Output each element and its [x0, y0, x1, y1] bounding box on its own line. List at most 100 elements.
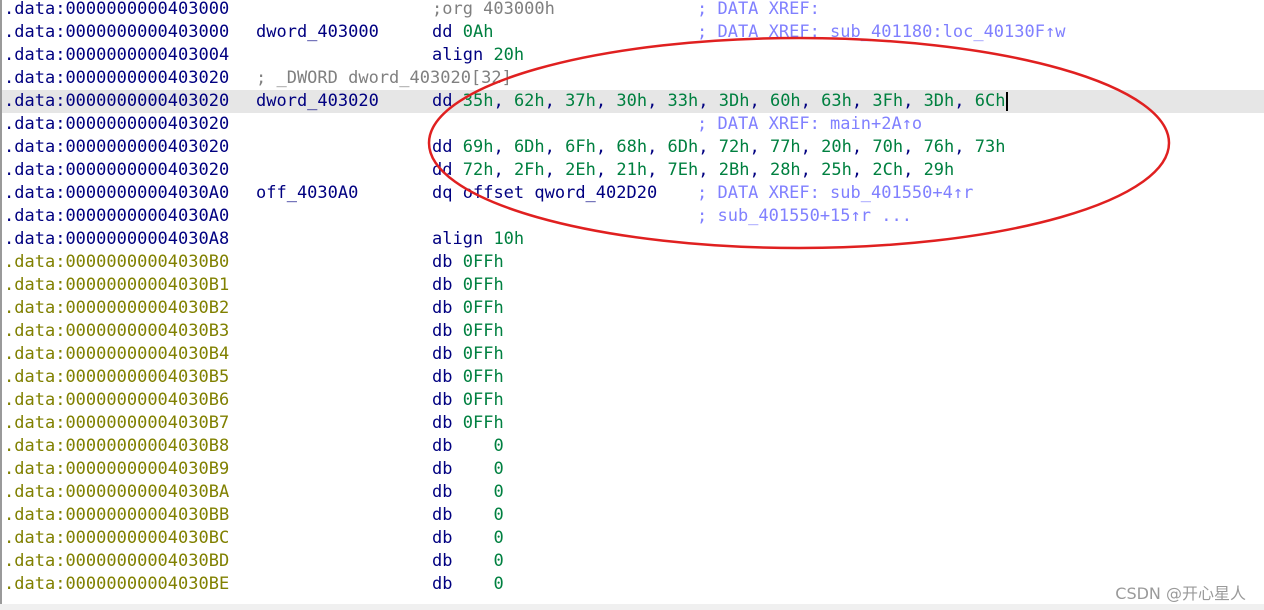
operand[interactable]: 2Bh	[719, 160, 750, 180]
line-address[interactable]: .data:00000000004030B6	[4, 389, 229, 412]
operand[interactable]: 0FFh	[463, 275, 504, 295]
line-address[interactable]: .data:00000000004030A0	[4, 205, 229, 228]
operand[interactable]: 30h	[616, 91, 647, 111]
operand[interactable]: 25h	[821, 160, 852, 180]
instruction[interactable]: db 0FFh	[432, 389, 504, 412]
line-address[interactable]: .data:00000000004030B7	[4, 412, 229, 435]
xref-comment[interactable]: ; DATA XREF: sub_401550+4↑r	[697, 182, 973, 205]
operand[interactable]: 0Ah	[463, 22, 494, 42]
operand[interactable]: 0	[463, 528, 503, 548]
operand[interactable]: 6Dh	[668, 137, 699, 157]
listing-line[interactable]: .data:0000000000403020 dd 72h, 2Fh, 2Eh, …	[2, 159, 1264, 182]
xref-comment[interactable]: ; DATA XREF: main+2A↑o	[697, 113, 922, 136]
line-address[interactable]: .data:00000000004030BB	[4, 504, 229, 527]
operand[interactable]: 6Dh	[514, 137, 545, 157]
operand[interactable]: 37h	[565, 91, 596, 111]
operand[interactable]: 21h	[616, 160, 647, 180]
line-address[interactable]: .data:00000000004030B4	[4, 343, 229, 366]
listing-line[interactable]: .data:0000000000403020 dword_403020 dd 35h…	[2, 90, 1264, 113]
operand[interactable]: 29h	[924, 160, 955, 180]
operand[interactable]: 3Dh	[719, 91, 750, 111]
instruction[interactable]: dd 0Ah	[432, 21, 493, 44]
listing-line[interactable]: .data:00000000004030BA db 0	[2, 481, 1264, 504]
operand[interactable]: 0FFh	[463, 298, 504, 318]
listing-line[interactable]: .data:00000000004030BC db 0	[2, 527, 1264, 550]
line-address[interactable]: .data:00000000004030B3	[4, 320, 229, 343]
operand[interactable]: 72h	[719, 137, 750, 157]
disassembly-listing[interactable]: .data:0000000000403000 ;org 403000h ; DATA…	[0, 0, 1264, 604]
operand[interactable]: 0	[463, 436, 503, 456]
line-address[interactable]: .data:0000000000403020	[4, 136, 229, 159]
listing-line[interactable]: .data:00000000004030BD db 0	[2, 550, 1264, 573]
operand[interactable]: 0	[463, 482, 503, 502]
line-address[interactable]: .data:00000000004030B8	[4, 435, 229, 458]
listing-line[interactable]: .data:00000000004030A0 off_4030A0 dq offse…	[2, 182, 1264, 205]
operand[interactable]: 0FFh	[463, 252, 504, 272]
listing-line[interactable]: .data:00000000004030A0 ; sub_401550+15↑r …	[2, 205, 1264, 228]
operand[interactable]: 0	[463, 459, 503, 479]
instruction[interactable]: db 0FFh	[432, 343, 504, 366]
xref-comment[interactable]: ; sub_401550+15↑r ...	[697, 205, 912, 228]
line-address[interactable]: .data:00000000004030B2	[4, 297, 229, 320]
operand[interactable]: 76h	[924, 137, 955, 157]
operand[interactable]: 6Ch	[975, 91, 1006, 111]
instruction[interactable]: align 10h	[432, 228, 524, 251]
instruction[interactable]: dd 69h, 6Dh, 6Fh, 68h, 6Dh, 72h, 77h, 20…	[432, 136, 1005, 159]
listing-line[interactable]: .data:00000000004030B5 db 0FFh	[2, 366, 1264, 389]
instruction[interactable]: dq offset qword_402D20	[432, 182, 657, 205]
operand[interactable]: 2Fh	[514, 160, 545, 180]
instruction[interactable]: dd 35h, 62h, 37h, 30h, 33h, 3Dh, 60h, 63…	[432, 90, 1009, 113]
operand[interactable]: 0	[463, 505, 503, 525]
line-address[interactable]: .data:00000000004030B0	[4, 251, 229, 274]
instruction[interactable]: db 0FFh	[432, 274, 504, 297]
instruction[interactable]: db 0FFh	[432, 412, 504, 435]
operand[interactable]: 70h	[872, 137, 903, 157]
operand[interactable]: 10h	[493, 229, 524, 249]
data-label[interactable]: off_4030A0	[256, 182, 358, 205]
line-address[interactable]: .data:00000000004030B5	[4, 366, 229, 389]
line-address[interactable]: .data:0000000000403000	[4, 0, 229, 21]
line-address[interactable]: .data:00000000004030BA	[4, 481, 229, 504]
instruction[interactable]: db 0	[432, 550, 504, 573]
operand[interactable]: 63h	[821, 91, 852, 111]
instruction[interactable]: db 0	[432, 458, 504, 481]
operand[interactable]: 0FFh	[463, 367, 504, 387]
operand[interactable]: offset qword_402D20	[463, 183, 657, 203]
data-label[interactable]: dword_403000	[256, 21, 379, 44]
line-address[interactable]: .data:00000000004030B9	[4, 458, 229, 481]
operand[interactable]: 0FFh	[463, 390, 504, 410]
instruction[interactable]: db 0FFh	[432, 297, 504, 320]
listing-line[interactable]: .data:00000000004030BB db 0	[2, 504, 1264, 527]
listing-line[interactable]: .data:00000000004030B3 db 0FFh	[2, 320, 1264, 343]
instruction[interactable]: db 0	[432, 573, 504, 596]
operand[interactable]: 0	[463, 551, 503, 571]
operand[interactable]: 2Eh	[565, 160, 596, 180]
listing-line[interactable]: .data:00000000004030B7 db 0FFh	[2, 412, 1264, 435]
instruction[interactable]: db 0	[432, 435, 504, 458]
listing-line[interactable]: .data:0000000000403004 align 20h	[2, 44, 1264, 67]
operand[interactable]: 0FFh	[463, 413, 504, 433]
operand[interactable]: 62h	[514, 91, 545, 111]
operand[interactable]: 3Dh	[924, 91, 955, 111]
listing-line[interactable]: .data:0000000000403020 ; DATA XREF: main+…	[2, 113, 1264, 136]
operand[interactable]: 68h	[616, 137, 647, 157]
xref-comment[interactable]: ; DATA XREF:	[697, 0, 830, 21]
operand[interactable]: 77h	[770, 137, 801, 157]
line-address[interactable]: .data:00000000004030B1	[4, 274, 229, 297]
listing-line[interactable]: .data:00000000004030BE db 0	[2, 573, 1264, 596]
listing-line[interactable]: .data:0000000000403020 ; _DWORD dword_403…	[2, 67, 1264, 90]
xref-comment[interactable]: ; DATA XREF: sub_401180:loc_40130F↑w	[697, 21, 1065, 44]
instruction[interactable]: ;org 403000h	[432, 0, 555, 21]
line-address[interactable]: .data:00000000004030BD	[4, 550, 229, 573]
listing-line[interactable]: .data:0000000000403000 dword_403000 dd 0Ah…	[2, 21, 1264, 44]
line-address[interactable]: .data:0000000000403020	[4, 159, 229, 182]
instruction[interactable]: db 0FFh	[432, 320, 504, 343]
operand[interactable]: 6Fh	[565, 137, 596, 157]
listing-line[interactable]: .data:00000000004030B6 db 0FFh	[2, 389, 1264, 412]
operand[interactable]: 0FFh	[463, 344, 504, 364]
operand[interactable]: 72h	[463, 160, 494, 180]
instruction[interactable]: db 0FFh	[432, 251, 504, 274]
line-address[interactable]: .data:0000000000403020	[4, 67, 229, 90]
instruction[interactable]: db 0	[432, 504, 504, 527]
operand[interactable]: 28h	[770, 160, 801, 180]
